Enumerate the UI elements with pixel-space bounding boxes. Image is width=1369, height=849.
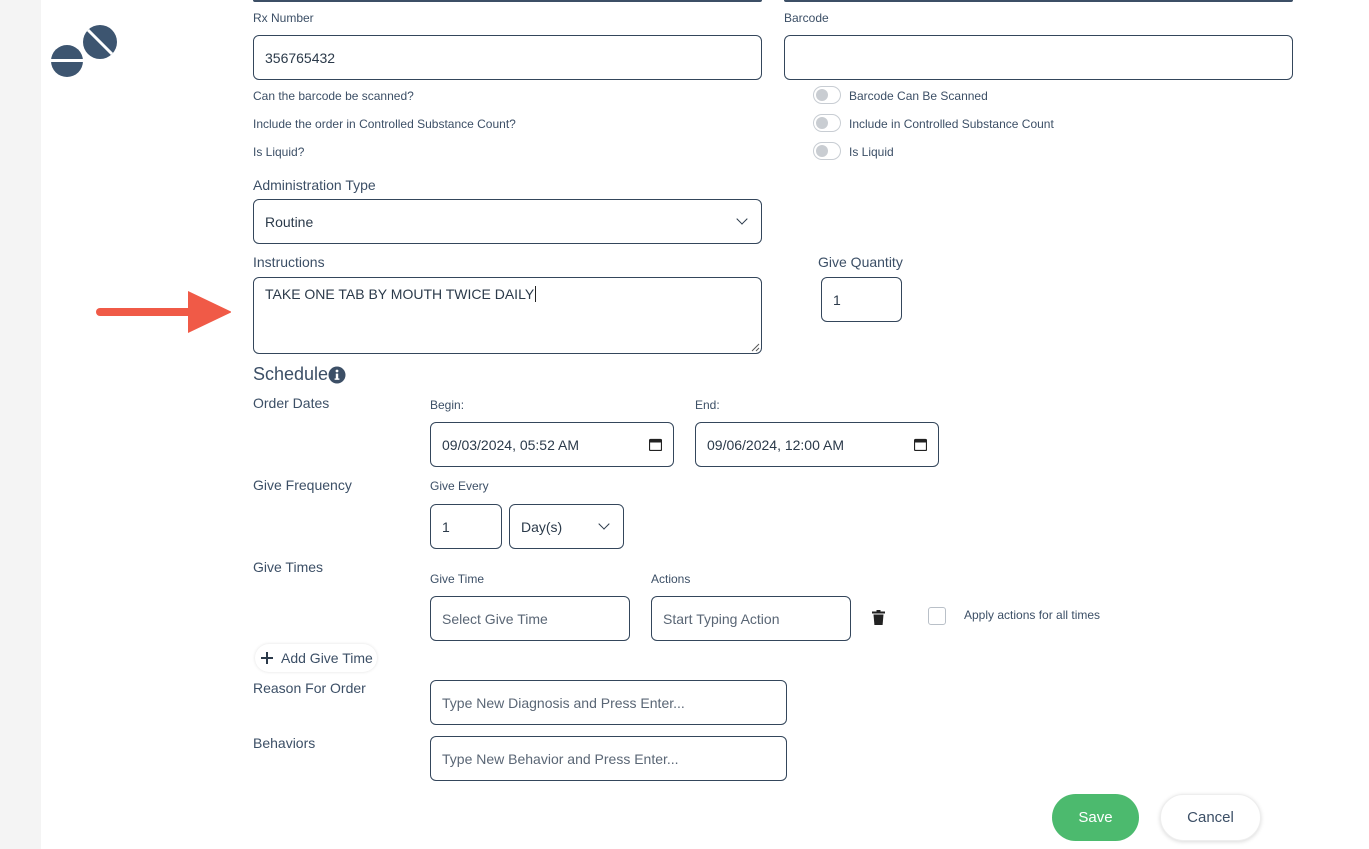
end-date-input[interactable]: 09/06/2024, 12:00 AM (695, 422, 939, 467)
barcode-input[interactable] (784, 35, 1293, 80)
is-liquid-toggle[interactable] (813, 142, 841, 160)
reason-for-order-label: Reason For Order (253, 680, 366, 696)
administration-type-value: Routine (265, 213, 314, 230)
arrow-right-icon (96, 291, 232, 333)
barcode-scanned-toggle-label: Barcode Can Be Scanned (849, 89, 988, 103)
is-liquid-question: Is Liquid? (253, 145, 305, 159)
administration-type-select[interactable]: Routine (253, 199, 762, 244)
begin-date-input[interactable]: 09/03/2024, 05:52 AM (430, 422, 674, 467)
reason-for-order-input[interactable]: Type New Diagnosis and Press Enter... (430, 680, 787, 725)
instructions-textarea[interactable]: TAKE ONE TAB BY MOUTH TWICE DAILY (253, 277, 762, 354)
text-cursor (535, 286, 537, 302)
divider (784, 0, 1293, 2)
cancel-button[interactable]: Cancel (1160, 794, 1261, 841)
add-give-time-button[interactable]: Add Give Time (255, 644, 377, 672)
administration-type-label: Administration Type (253, 177, 376, 193)
calendar-icon[interactable] (914, 438, 927, 451)
plus-icon (261, 652, 273, 664)
give-quantity-input[interactable]: 1 (821, 277, 902, 322)
rx-number-label: Rx Number (253, 11, 314, 25)
resize-handle-icon[interactable] (751, 343, 760, 352)
controlled-count-question: Include the order in Controlled Substanc… (253, 117, 516, 131)
behaviors-label: Behaviors (253, 735, 316, 751)
pills-logo-icon (50, 25, 117, 77)
barcode-scanned-toggle[interactable] (813, 86, 841, 104)
end-label: End: (695, 398, 720, 412)
give-times-label: Give Times (253, 559, 324, 575)
instructions-label: Instructions (253, 254, 325, 270)
is-liquid-toggle-label: Is Liquid (849, 145, 894, 159)
order-dates-label: Order Dates (253, 395, 330, 411)
actions-column-label: Actions (651, 572, 691, 586)
apply-all-label: Apply actions for all times (964, 608, 1101, 622)
give-quantity-label: Give Quantity (818, 254, 903, 270)
controlled-count-toggle[interactable] (813, 114, 841, 132)
trash-icon[interactable] (872, 610, 885, 625)
begin-date-value: 09/03/2024, 05:52 AM (442, 436, 579, 453)
give-frequency-label: Give Frequency (253, 477, 352, 493)
info-icon[interactable] (328, 366, 346, 384)
sidebar (41, 0, 231, 849)
behaviors-input[interactable]: Type New Behavior and Press Enter... (430, 736, 787, 781)
schedule-title: Schedule (253, 364, 329, 384)
give-time-column-label: Give Time (430, 572, 485, 586)
instructions-text: TAKE ONE TAB BY MOUTH TWICE DAILY (265, 286, 535, 302)
barcode-label: Barcode (784, 11, 829, 25)
give-every-input[interactable]: 1 (430, 504, 502, 549)
give-every-unit-value: Day(s) (521, 518, 563, 535)
end-date-value: 09/06/2024, 12:00 AM (707, 436, 844, 453)
barcode-scanned-question: Can the barcode be scanned? (253, 89, 414, 103)
give-every-label: Give Every (430, 479, 489, 493)
rx-number-input[interactable]: 356765432 (253, 35, 762, 80)
save-button[interactable]: Save (1052, 794, 1139, 841)
begin-label: Begin: (430, 398, 465, 412)
calendar-icon[interactable] (649, 438, 662, 451)
divider (253, 0, 762, 2)
give-time-input[interactable]: Select Give Time (430, 596, 630, 641)
controlled-count-toggle-label: Include in Controlled Substance Count (849, 117, 1054, 131)
add-give-time-label: Add Give Time (281, 650, 373, 666)
actions-input[interactable]: Start Typing Action (651, 596, 851, 641)
apply-all-checkbox[interactable] (928, 607, 946, 625)
